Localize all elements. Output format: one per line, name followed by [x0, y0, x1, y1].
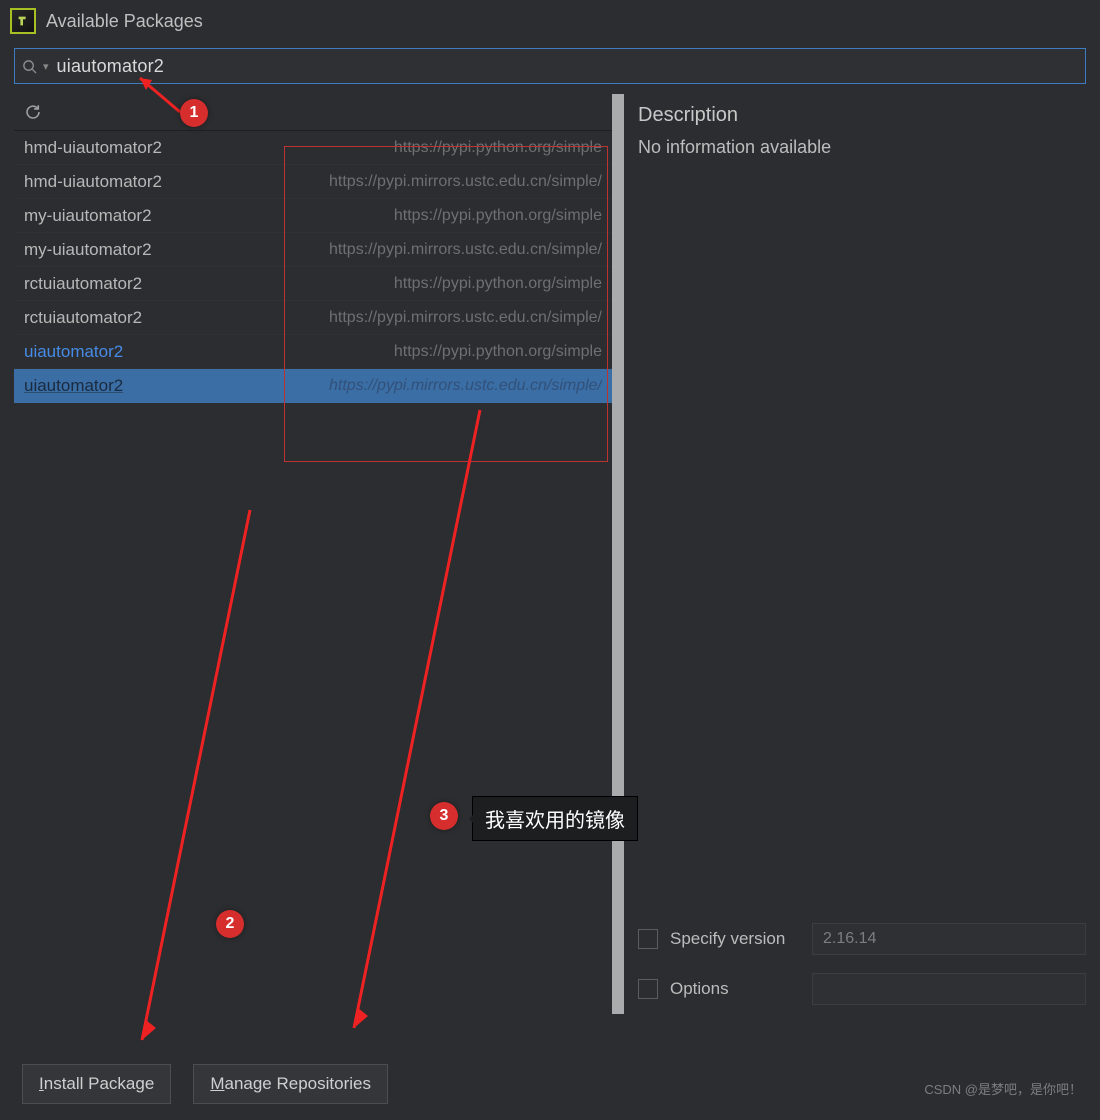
- search-input[interactable]: [55, 55, 1085, 78]
- search-icon: [15, 59, 43, 74]
- options-label: Options: [670, 979, 800, 999]
- package-repo: https://pypi.python.org/simple: [394, 275, 602, 293]
- watermark: CSDN @是梦吧，是你吧！: [924, 1079, 1082, 1098]
- package-row[interactable]: rctuiautomator2 https://pypi.python.org/s…: [14, 267, 612, 301]
- specify-version-row: Specify version 2.16.14: [638, 914, 1086, 964]
- package-repo: https://pypi.mirrors.ustc.edu.cn/simple/: [329, 241, 602, 259]
- annotation-badge-3: 3: [430, 802, 458, 830]
- package-name: rctuiautomator2: [24, 274, 142, 294]
- details-pane: Description No information available Spe…: [624, 94, 1086, 1014]
- package-name: my-uiautomator2: [24, 206, 152, 226]
- pane-splitter[interactable]: [612, 94, 624, 1014]
- package-name: hmd-uiautomator2: [24, 138, 162, 158]
- package-name: uiautomator2: [24, 342, 123, 362]
- manage-repositories-button[interactable]: Manage Repositories: [193, 1064, 388, 1104]
- refresh-button[interactable]: [14, 94, 612, 131]
- package-repo: https://pypi.mirrors.ustc.edu.cn/simple/: [329, 173, 602, 191]
- results-pane: hmd-uiautomator2 https://pypi.python.org/…: [14, 94, 612, 1014]
- package-name: my-uiautomator2: [24, 240, 152, 260]
- description-heading: Description: [638, 104, 1072, 127]
- package-repo: https://pypi.python.org/simple: [394, 207, 602, 225]
- options-checkbox[interactable]: [638, 979, 658, 999]
- window-root: Available Packages ▾ hmd-uiautomator2 htt…: [0, 0, 1100, 1120]
- annotation-badge-2: 2: [216, 910, 244, 938]
- specify-version-checkbox[interactable]: [638, 929, 658, 949]
- options-row: Options: [638, 964, 1086, 1014]
- package-name: uiautomator2: [24, 376, 123, 396]
- description-body: No information available: [638, 137, 1072, 158]
- titlebar: Available Packages: [0, 0, 1100, 42]
- package-row[interactable]: uiautomator2 https://pypi.mirrors.ustc.ed…: [14, 369, 612, 403]
- main-body: hmd-uiautomator2 https://pypi.python.org/…: [14, 94, 1086, 1014]
- install-options: Specify version 2.16.14 Options: [638, 914, 1086, 1014]
- package-repo: https://pypi.mirrors.ustc.edu.cn/simple/: [329, 377, 602, 395]
- app-icon: [10, 8, 36, 34]
- package-row[interactable]: hmd-uiautomator2 https://pypi.mirrors.ust…: [14, 165, 612, 199]
- search-options-chevron-icon[interactable]: ▾: [43, 60, 55, 73]
- refresh-icon: [24, 103, 42, 121]
- search-field[interactable]: ▾: [14, 48, 1086, 84]
- package-name: rctuiautomator2: [24, 308, 142, 328]
- package-repo: https://pypi.python.org/simple: [394, 139, 602, 157]
- window-title: Available Packages: [46, 11, 203, 32]
- specify-version-label: Specify version: [670, 929, 800, 949]
- package-row[interactable]: my-uiautomator2 https://pypi.mirrors.ustc…: [14, 233, 612, 267]
- annotation-callout-3: 我喜欢用的镜像: [472, 796, 638, 841]
- package-repo: https://pypi.mirrors.ustc.edu.cn/simple/: [329, 309, 602, 327]
- specify-version-field[interactable]: 2.16.14: [812, 923, 1086, 955]
- search-bar: ▾: [14, 48, 1086, 84]
- package-row[interactable]: hmd-uiautomator2 https://pypi.python.org/…: [14, 131, 612, 165]
- annotation-badge-1: 1: [180, 99, 208, 127]
- install-package-button[interactable]: Install Package: [22, 1064, 171, 1104]
- package-row[interactable]: rctuiautomator2 https://pypi.mirrors.ustc…: [14, 301, 612, 335]
- package-list[interactable]: hmd-uiautomator2 https://pypi.python.org/…: [14, 131, 612, 403]
- package-repo: https://pypi.python.org/simple: [394, 343, 602, 361]
- package-row[interactable]: uiautomator2 https://pypi.python.org/simp…: [14, 335, 612, 369]
- package-row[interactable]: my-uiautomator2 https://pypi.python.org/s…: [14, 199, 612, 233]
- package-name: hmd-uiautomator2: [24, 172, 162, 192]
- options-field[interactable]: [812, 973, 1086, 1005]
